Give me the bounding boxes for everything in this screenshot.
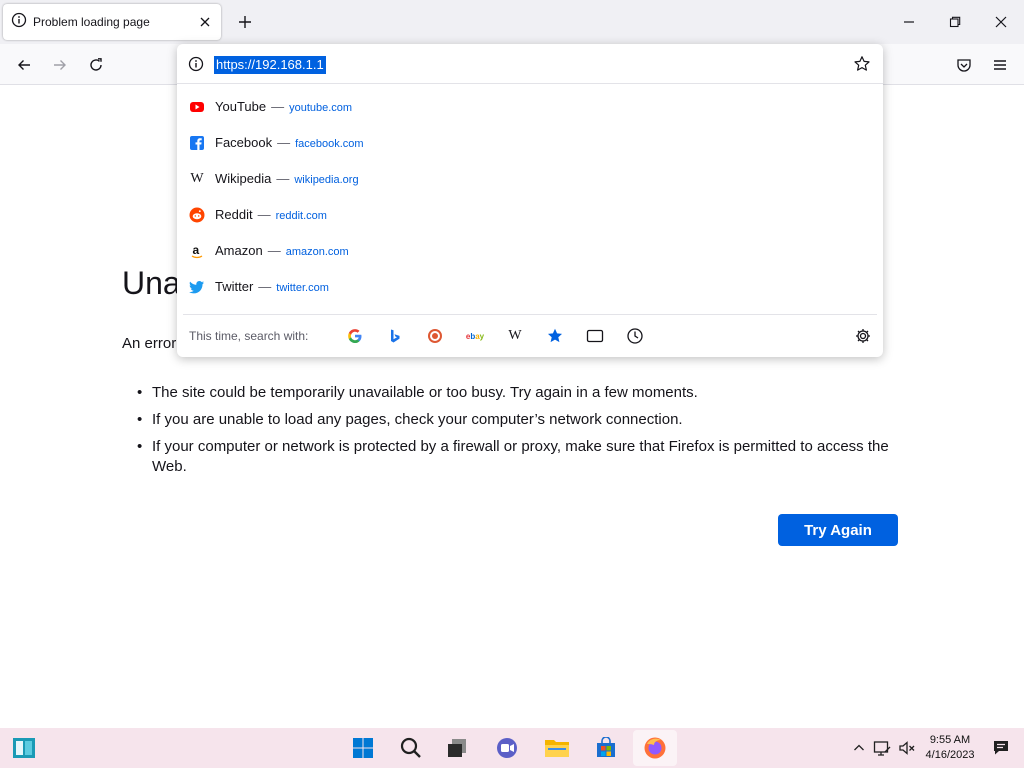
suggestion-title: Twitter: [215, 279, 254, 294]
bookmark-star-icon[interactable]: [853, 55, 871, 73]
widgets-icon[interactable]: [11, 735, 37, 761]
forward-button[interactable]: [47, 52, 73, 78]
try-again-button[interactable]: Try Again: [778, 514, 898, 546]
info-icon: [11, 12, 27, 33]
task-view-icon[interactable]: [444, 735, 470, 761]
bookmarks-icon[interactable]: [545, 326, 565, 346]
url-input[interactable]: https://192.168.1.1: [214, 56, 326, 74]
reddit-icon: [189, 207, 205, 223]
bing-icon[interactable]: [385, 326, 405, 346]
restore-button[interactable]: [940, 8, 970, 36]
ebay-icon[interactable]: ebay: [465, 326, 485, 346]
youtube-icon: [189, 99, 205, 115]
close-icon[interactable]: [197, 14, 213, 30]
search-icon[interactable]: [398, 735, 424, 761]
tabs-icon[interactable]: [585, 326, 605, 346]
search-settings-gear-icon[interactable]: [853, 326, 873, 346]
pocket-icon[interactable]: [951, 52, 977, 78]
google-icon[interactable]: [345, 326, 365, 346]
history-icon[interactable]: [625, 326, 645, 346]
speaker-muted-icon[interactable]: [898, 739, 916, 757]
system-clock[interactable]: 9:55 AM 4/16/2023: [918, 733, 982, 763]
suggestion-reddit[interactable]: Reddit — reddit.com: [177, 197, 883, 233]
svg-text:a: a: [193, 243, 200, 257]
minimize-button[interactable]: [894, 8, 924, 36]
facebook-icon: [189, 135, 205, 151]
tab-title: Problem loading page: [33, 15, 150, 29]
suggestion-youtube[interactable]: YouTube — youtube.com: [177, 89, 883, 125]
clock-date: 4/16/2023: [925, 749, 975, 761]
suggestion-twitter[interactable]: Twitter — twitter.com: [177, 269, 883, 305]
suggestion-title: Wikipedia: [215, 171, 272, 186]
reload-button[interactable]: [83, 52, 109, 78]
suggestion-url: amazon.com: [285, 246, 349, 258]
suggestion-title: Amazon: [215, 243, 263, 258]
network-icon[interactable]: [873, 739, 891, 757]
teams-chat-icon[interactable]: [494, 735, 520, 761]
suggestion-url: reddit.com: [275, 210, 327, 222]
file-explorer-icon[interactable]: [544, 735, 570, 761]
close-window-button[interactable]: [986, 8, 1016, 36]
tab-problem-loading[interactable]: Problem loading page: [3, 4, 221, 40]
suggestion-url: facebook.com: [295, 138, 364, 150]
wikipedia-icon: W: [190, 171, 204, 186]
amazon-icon: a: [189, 243, 205, 259]
clock-time: 9:55 AM: [929, 734, 971, 746]
duckduckgo-icon[interactable]: [425, 326, 445, 346]
error-lead: An error: [122, 335, 177, 352]
suggestion-title: Facebook: [215, 135, 273, 150]
suggestion-amazon[interactable]: a Amazon — amazon.com: [177, 233, 883, 269]
firefox-icon[interactable]: [642, 735, 668, 761]
suggestion-title: YouTube: [215, 99, 267, 114]
tab-strip: Problem loading page: [0, 0, 1024, 44]
chevron-up-icon[interactable]: [850, 739, 868, 757]
url-input-row[interactable]: https://192.168.1.1: [177, 44, 883, 84]
notifications-icon[interactable]: [992, 739, 1010, 757]
suggestion-url: youtube.com: [289, 102, 353, 114]
one-off-search-bar: This time, search with: ebay W: [183, 314, 877, 357]
suggestion-title: Reddit: [215, 207, 253, 222]
start-icon[interactable]: [350, 735, 376, 761]
menu-button[interactable]: [987, 52, 1013, 78]
wikipedia-search-icon[interactable]: W: [505, 326, 525, 346]
suggestion-facebook[interactable]: Facebook — facebook.com: [177, 125, 883, 161]
list-item: The site could be temporarily unavailabl…: [137, 383, 897, 403]
list-item: If your computer or network is protected…: [137, 437, 897, 477]
store-icon[interactable]: [593, 735, 619, 761]
twitter-icon: [189, 279, 205, 295]
new-tab-button[interactable]: [234, 11, 256, 33]
urlbar-dropdown: https://192.168.1.1 YouTube — youtube.com …: [177, 44, 883, 357]
error-suggestions: The site could be temporarily unavailabl…: [137, 383, 897, 484]
suggestion-wikipedia[interactable]: W Wikipedia — wikipedia.org: [177, 161, 883, 197]
suggestion-url: twitter.com: [276, 282, 329, 294]
site-info-icon[interactable]: [188, 56, 204, 72]
error-title: Una: [122, 265, 181, 301]
back-button[interactable]: [11, 52, 37, 78]
search-with-label: This time, search with:: [189, 329, 309, 343]
taskbar: 9:55 AM 4/16/2023: [0, 728, 1024, 768]
list-item: If you are unable to load any pages, che…: [137, 410, 897, 430]
suggestion-url: wikipedia.org: [294, 174, 359, 186]
